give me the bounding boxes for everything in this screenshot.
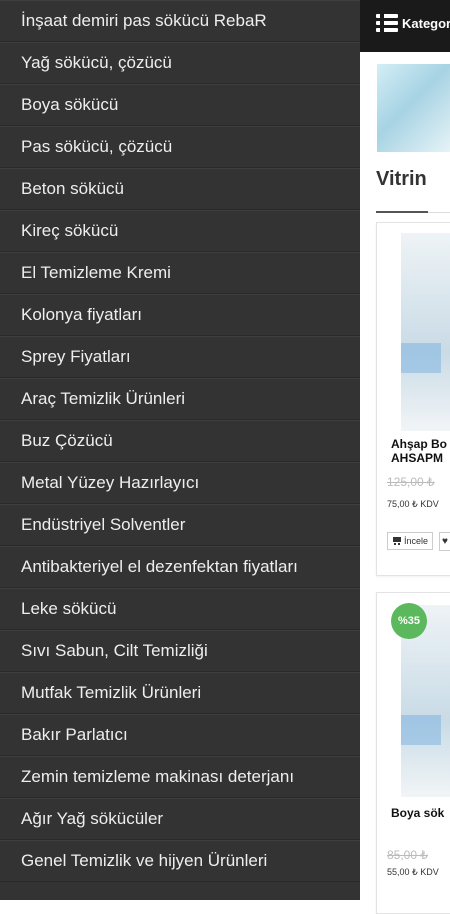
drawer-item[interactable]: Buz Çözücü	[0, 420, 360, 462]
product-name[interactable]: Boya sök	[391, 806, 444, 820]
drawer-item[interactable]: Pas sökücü, çözücü	[0, 126, 360, 168]
drawer-item[interactable]: Genel Temizlik ve hijyen Ürünleri	[0, 840, 360, 882]
drawer-item[interactable]: Endüstriyel Solventler	[0, 504, 360, 546]
drawer-item[interactable]: Zemin temizleme makinası deterjanı	[0, 756, 360, 798]
drawer-item[interactable]: Mutfak Temizlik Ürünleri	[0, 672, 360, 714]
old-price: 85,00 ₺	[387, 848, 428, 862]
drawer-item[interactable]: Bakır Parlatıcı	[0, 714, 360, 756]
drawer-item[interactable]: Araç Temizlik Ürünleri	[0, 378, 360, 420]
product-card[interactable]: %35 Boya sök 85,00 ₺ 55,00 ₺ KDV	[376, 592, 450, 914]
drawer-item[interactable]: Leke sökücü	[0, 588, 360, 630]
product-name[interactable]: Ahşap Bo AHSAPM	[391, 437, 447, 465]
section-divider	[428, 212, 450, 213]
favorite-button[interactable]: ♥	[439, 532, 450, 551]
new-price: 55,00 ₺ KDV	[387, 867, 439, 877]
old-price: 125,00 ₺	[387, 475, 435, 489]
view-label: İncele	[404, 536, 429, 546]
drawer-item[interactable]: Sıvı Sabun, Cilt Temizliği	[0, 630, 360, 672]
category-drawer: İnşaat demiri pas sökücü RebaR Yağ söküc…	[0, 0, 360, 900]
drawer-item[interactable]: Kireç sökücü	[0, 210, 360, 252]
categories-button[interactable]: Kategoriler	[376, 14, 450, 32]
drawer-item[interactable]: Yağ sökücü, çözücü	[0, 42, 360, 84]
drawer-item[interactable]: Beton sökücü	[0, 168, 360, 210]
drawer-item[interactable]: El Temizleme Kremi	[0, 252, 360, 294]
top-bar: Kategoriler	[360, 0, 450, 52]
new-price: 75,00 ₺ KDV	[387, 499, 439, 509]
banner-image[interactable]	[377, 64, 450, 152]
drawer-item[interactable]: Antibakteriyel el dezenfektan fiyatları	[0, 546, 360, 588]
product-card[interactable]: Ahşap Bo AHSAPM 125,00 ₺ 75,00 ₺ KDV İnc…	[376, 222, 450, 576]
categories-label: Kategoriler	[402, 15, 450, 31]
view-button[interactable]: İncele	[387, 532, 434, 550]
drawer-item[interactable]: Sprey Fiyatları	[0, 336, 360, 378]
list-icon	[376, 14, 398, 32]
drawer-item[interactable]: Metal Yüzey Hazırlayıcı	[0, 462, 360, 504]
cart-icon	[392, 537, 402, 545]
product-image[interactable]	[401, 233, 450, 431]
drawer-item[interactable]: İnşaat demiri pas sökücü RebaR	[0, 0, 360, 42]
heart-icon: ♥	[442, 536, 448, 547]
drawer-item[interactable]: Kolonya fiyatları	[0, 294, 360, 336]
section-title: Vitrin	[376, 168, 427, 190]
drawer-item[interactable]: Boya sökücü	[0, 84, 360, 126]
drawer-item[interactable]: Ağır Yağ sökücüler	[0, 798, 360, 840]
section-underline	[376, 211, 428, 213]
discount-badge: %35	[391, 603, 427, 639]
